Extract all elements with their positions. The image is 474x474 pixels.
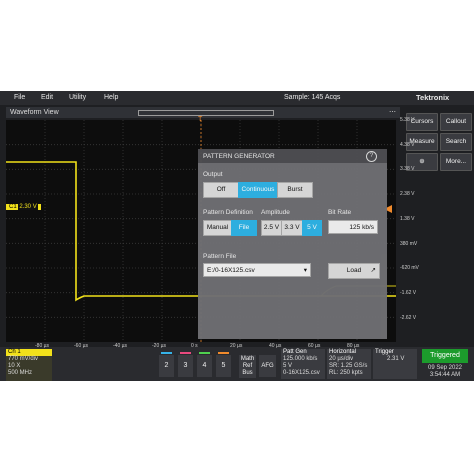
amplitude-label: Amplitude [261, 209, 290, 216]
output-off-option[interactable]: Off [203, 182, 239, 198]
bit-rate-field[interactable]: 125 kb/s [328, 220, 378, 234]
help-icon[interactable]: ? [366, 151, 377, 162]
channel-2-button[interactable]: 2 [159, 352, 174, 377]
patt-gen-rate: 125.000 kb/s [283, 356, 318, 362]
right-button-panel: Cursors Callout Measure Search ⊕ More... [404, 107, 474, 347]
math-ref-bus-button[interactable]: Math Ref Bus [239, 355, 256, 378]
folder-icon: ↗ [370, 267, 376, 274]
load-button-label: Load [346, 267, 362, 274]
time-scale-label: -20 µs [152, 343, 166, 349]
pattern-manual-option[interactable]: Manual [203, 220, 232, 236]
view-menu-icon[interactable]: ⋯ [389, 108, 396, 116]
channel-1-bandwidth: 500 MHz [8, 370, 33, 376]
horizontal-scale: 20 µs/div [329, 356, 354, 362]
channel-1-tag-label[interactable]: C1 [9, 204, 17, 210]
output-burst-option[interactable]: Burst [277, 182, 313, 198]
time-scale-label: -60 µs [74, 343, 88, 349]
vertical-scale-label: 4.38 V [400, 141, 415, 148]
channel-1-scale: 770 mV/div [8, 356, 39, 362]
menu-bar: File Edit Utility Help Sample: 145 Acqs … [0, 91, 474, 105]
pattern-generator-dialog: PATTERN GENERATOR ? Output Off Continuou… [198, 149, 387, 339]
time-scale-label: 0 s [191, 343, 198, 349]
trigger-level: 2.31 V [387, 356, 405, 362]
amplitude-3-3v-option[interactable]: 3.3 V [281, 220, 303, 236]
waveform-view-title: Waveform View [10, 109, 59, 116]
more-button[interactable]: More... [440, 153, 472, 171]
time-scale-label: 40 µs [269, 343, 282, 349]
pattern-file-value: E:/0-16X125.csv [207, 267, 255, 274]
date-time-display: 09 Sep 2022 3:54:44 AM [422, 365, 468, 379]
horizontal-badge[interactable]: Horizontal 20 µs/div SR: 1.25 GS/s RL: 2… [327, 349, 371, 379]
vertical-scale-label: -2.62 V [400, 314, 417, 321]
trigger-status-indicator[interactable]: Triggered [422, 349, 468, 363]
menu-help[interactable]: Help [104, 94, 118, 101]
channel-4-button[interactable]: 4 [197, 352, 212, 377]
time-scale-label: -40 µs [113, 343, 127, 349]
menu-edit[interactable]: Edit [41, 94, 53, 101]
channel-4-color [199, 352, 210, 354]
amplitude-5v-option[interactable]: 5 V [302, 220, 322, 236]
horizontal-title: Horizontal [329, 349, 357, 355]
menu-utility[interactable]: Utility [69, 94, 86, 101]
channel-2-color [161, 352, 172, 354]
channel-5-color [218, 352, 229, 354]
channel-5-button[interactable]: 5 [216, 352, 231, 377]
channel-3-color [180, 352, 191, 354]
vertical-scale-label: 3.38 V [400, 166, 415, 173]
menu-file[interactable]: File [14, 94, 25, 101]
channel-1-level-tag: C1 2.30 V [6, 204, 41, 210]
date-text: 09 Sep 2022 [427, 365, 463, 371]
vertical-scale-label: 1.38 V [400, 215, 415, 222]
chevron-down-icon: ▾ [303, 267, 307, 274]
channel-1-title: Ch 1 [6, 349, 52, 356]
time-text: 3:54:44 AM [429, 372, 461, 378]
pattern-definition-label: Pattern Definition [203, 209, 253, 216]
time-scale-label: -80 µs [35, 343, 49, 349]
output-label: Output [203, 171, 223, 178]
dialog-title: PATTERN GENERATOR [203, 153, 275, 160]
patt-gen-file: 0-16X125.csv [283, 370, 320, 376]
vertical-scale-label: -1.62 V [400, 289, 417, 296]
trigger-title: Trigger [375, 349, 394, 355]
acquisition-count: Sample: 145 Acqs [284, 94, 341, 101]
horizontal-record-length: RL: 250 kpts [329, 370, 363, 376]
time-scale-label: 20 µs [230, 343, 243, 349]
trigger-time-marker[interactable]: T [198, 116, 202, 123]
amplitude-2-5v-option[interactable]: 2.5 V [261, 220, 282, 236]
vertical-scale-label: 380 mV [400, 240, 418, 247]
vertical-scale-label: 5.38 V [400, 117, 415, 123]
channel-1-badge[interactable]: Ch 1 770 mV/div 10 X 500 MHz [6, 349, 52, 381]
dialog-header: PATTERN GENERATOR ? [198, 149, 387, 163]
record-view-bar[interactable] [138, 110, 274, 116]
time-scale-label: 80 µs [347, 343, 360, 349]
load-button[interactable]: Load ↗ [328, 263, 380, 279]
brand-logo: Tektronix [416, 93, 450, 102]
patt-gen-title: Patt Gen [283, 349, 307, 355]
patt-gen-amplitude: 5 V [283, 363, 293, 369]
pattern-file-dropdown[interactable]: E:/0-16X125.csv ▾ [203, 263, 311, 277]
afg-button[interactable]: AFG [259, 355, 276, 377]
pattern-generator-badge[interactable]: Patt Gen 125.000 kb/s 5 V 0-16X125.csv [281, 349, 325, 379]
trigger-badge[interactable]: Trigger 2.31 V [373, 349, 417, 379]
pattern-file-option[interactable]: File [231, 220, 257, 236]
settings-bar: Ch 1 770 mV/div 10 X 500 MHz 2 3 4 5 Mat… [0, 347, 474, 381]
callout-button[interactable]: Callout [440, 113, 472, 131]
channel-3-button[interactable]: 3 [178, 352, 193, 377]
waveform-view-header: Waveform View ⋯ [6, 107, 400, 118]
pattern-file-label: Pattern File [203, 253, 237, 260]
time-scale-label: 60 µs [308, 343, 321, 349]
channel-1-probe: 10 X [8, 363, 21, 369]
bit-rate-label: Bit Rate [328, 209, 352, 216]
channel-1-level-value: 2.30 V [18, 204, 38, 210]
vertical-scale-label: -620 mV [400, 265, 419, 272]
horizontal-sample-rate: SR: 1.25 GS/s [329, 363, 368, 369]
vertical-scale-label: 2.38 V [400, 191, 415, 198]
output-continuous-option[interactable]: Continuous [238, 182, 278, 198]
search-button[interactable]: Search [440, 133, 472, 151]
